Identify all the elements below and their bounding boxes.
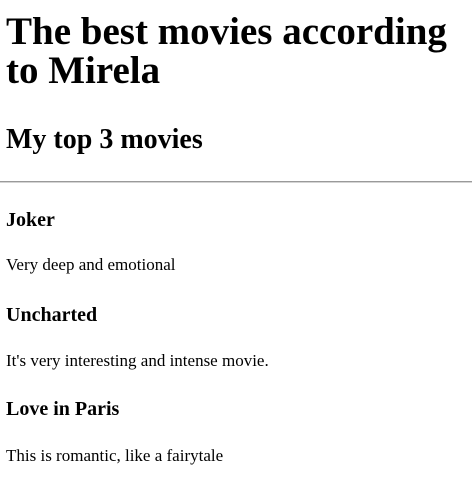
movie-description: This is romantic, like a fairytale bbox=[6, 446, 224, 465]
page-content: The best movies according to Mirela My t… bbox=[0, 12, 472, 466]
movie-title: Uncharted bbox=[6, 304, 98, 326]
movie-title: Love in Paris bbox=[6, 398, 120, 420]
movie-entry: Uncharted It's very interesting and inte… bbox=[6, 303, 466, 371]
section-heading: My top 3 movies bbox=[6, 124, 203, 155]
movie-description: Very deep and emotional bbox=[6, 255, 176, 274]
movie-entry: Love in Paris This is romantic, like a f… bbox=[6, 397, 466, 466]
movie-title: Joker bbox=[6, 209, 55, 231]
divider bbox=[0, 181, 472, 183]
page-title: The best movies according to Mirela bbox=[6, 10, 447, 92]
movie-description: It's very interesting and intense movie. bbox=[6, 351, 269, 370]
movie-entry: Joker Very deep and emotional bbox=[6, 208, 466, 275]
